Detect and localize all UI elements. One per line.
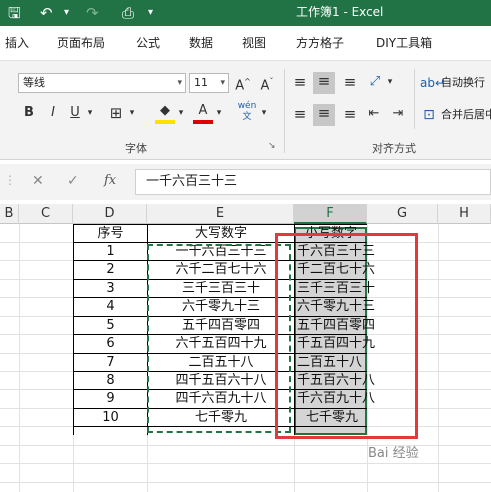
increase-indent-icon[interactable]: ⇥ (388, 105, 408, 123)
gridline (438, 224, 439, 492)
underline-icon[interactable]: U (66, 104, 84, 122)
column-header-b[interactable]: B (0, 204, 19, 224)
increase-font-size-icon[interactable]: A^ (234, 73, 252, 93)
column-header-c[interactable]: C (19, 204, 73, 224)
bold-icon[interactable]: B (20, 104, 38, 122)
align-middle-icon[interactable]: ≡ (313, 72, 335, 94)
cell-seq[interactable]: 3 (74, 280, 147, 298)
cell-seq[interactable]: 5 (74, 317, 147, 335)
wrap-text-icon[interactable]: ab↵ (420, 74, 445, 92)
column-header-e[interactable]: E (147, 204, 294, 224)
ribbon-tabs: 插入 页面布局 公式 数据 视图 方方格子 DIY工具箱 (0, 26, 491, 60)
align-left-icon[interactable]: ≡ (289, 105, 311, 123)
font-group-label: 字体 (125, 142, 147, 155)
gridline (0, 482, 491, 483)
tab-formulas[interactable]: 公式 (136, 35, 160, 51)
cell-seq[interactable]: 10 (74, 409, 147, 427)
customize-toolbar-icon[interactable]: ▾ (148, 3, 153, 23)
decrease-indent-icon[interactable]: ⇤ (364, 105, 384, 123)
column-header-g[interactable]: G (367, 204, 438, 224)
watermark: Bai 经验 (368, 446, 419, 461)
group-separator (284, 69, 285, 153)
cell-seq[interactable]: 9 (74, 390, 147, 408)
insert-function-icon[interactable]: fx (104, 173, 116, 188)
enter-icon[interactable]: ✓ (67, 173, 79, 189)
redo-icon: ↷ (86, 4, 99, 22)
chevron-down-icon: ▾ (177, 78, 182, 88)
orientation-dropdown-icon[interactable]: ▾ (384, 73, 396, 91)
align-right-icon[interactable]: ≡ (339, 105, 361, 123)
merge-center-icon[interactable]: ⊡ (420, 106, 438, 124)
gridline (0, 463, 491, 464)
font-color-dropdown-icon[interactable]: ▾ (213, 104, 225, 122)
column-header-d[interactable]: D (73, 204, 147, 224)
font-size-select[interactable]: 11 ▾ (189, 73, 229, 93)
underline-dropdown-icon[interactable]: ▾ (84, 104, 96, 122)
cell-seq[interactable]: 4 (74, 298, 147, 316)
cell-seq[interactable]: 1 (74, 243, 147, 261)
tab-view[interactable]: 视图 (242, 35, 266, 51)
tab-diy-toolbox[interactable]: DIY工具箱 (376, 35, 432, 51)
borders-icon[interactable]: ⊞ (106, 104, 126, 122)
cell-seq[interactable]: 7 (74, 354, 147, 372)
cell-seq[interactable]: 6 (74, 335, 147, 353)
copy-marquee (147, 244, 291, 433)
align-bottom-icon[interactable]: ≡ (339, 73, 361, 91)
header-seq[interactable]: 序号 (74, 225, 147, 243)
header-upper[interactable]: 大写数字 (148, 225, 294, 243)
tab-insert[interactable]: 插入 (5, 35, 29, 51)
merge-center-label[interactable]: 合并后居中 (441, 107, 491, 123)
align-top-icon[interactable]: ≡ (289, 73, 311, 91)
font-color-icon[interactable]: A (193, 102, 213, 124)
undo-dropdown-icon[interactable]: ▾ (64, 3, 69, 23)
wrap-text-label[interactable]: 自动换行 (441, 75, 485, 91)
column-header-f[interactable]: F (294, 204, 367, 224)
font-name-select[interactable]: 等线 ▾ (18, 73, 186, 93)
formula-input[interactable]: 一千六百三十三 (135, 169, 491, 195)
phonetic-guide-icon[interactable]: wén 文 (236, 101, 258, 123)
decrease-font-size-icon[interactable]: Aˇ (258, 73, 276, 93)
resize-handle-icon[interactable]: ⋮ (4, 173, 16, 187)
tab-data[interactable]: 数据 (189, 35, 213, 51)
column-header-h[interactable]: H (438, 204, 491, 224)
title-bar: 🖫 ↶ ▾ ↷ ⎙ ▾ 工作簿1 - Excel (0, 0, 491, 26)
ribbon: 等线 ▾ 11 ▾ A^ Aˇ B I U ▾ ⊞ ▾ ◆ ▾ A ▾ wén 文… (0, 60, 491, 160)
font-name-value: 等线 (23, 76, 45, 89)
phonetic-dropdown-icon[interactable]: ▾ (258, 104, 270, 122)
formula-bar: ⋮ ✕ ✓ fx 一千六百三十三 (0, 164, 491, 200)
save-icon[interactable]: 🖫 (8, 3, 21, 23)
italic-icon[interactable]: I (44, 104, 62, 122)
highlight-annotation (275, 233, 418, 439)
window-title: 工作簿1 - Excel (296, 5, 384, 19)
dialog-launcher-icon[interactable]: ↘ (268, 141, 276, 151)
chevron-down-icon: ▾ (220, 78, 225, 88)
print-preview-icon[interactable]: ⎙ (122, 3, 134, 23)
tab-fangfang[interactable]: 方方格子 (296, 35, 344, 51)
font-size-value: 11 (194, 76, 208, 89)
align-center-icon[interactable]: ≡ (313, 104, 335, 126)
gridline (19, 224, 20, 492)
alignment-group-label: 对齐方式 (372, 142, 416, 155)
fill-color-icon[interactable]: ◆ (155, 102, 175, 124)
group-separator (414, 69, 415, 129)
cancel-icon[interactable]: ✕ (32, 173, 44, 189)
tab-page-layout[interactable]: 页面布局 (57, 35, 105, 51)
fill-color-dropdown-icon[interactable]: ▾ (175, 104, 187, 122)
orientation-icon[interactable]: ⤢ (366, 73, 384, 91)
cell-seq[interactable]: 2 (74, 261, 147, 279)
cell-seq[interactable]: 8 (74, 372, 147, 390)
borders-dropdown-icon[interactable]: ▾ (126, 104, 138, 122)
undo-icon[interactable]: ↶ (40, 3, 53, 23)
